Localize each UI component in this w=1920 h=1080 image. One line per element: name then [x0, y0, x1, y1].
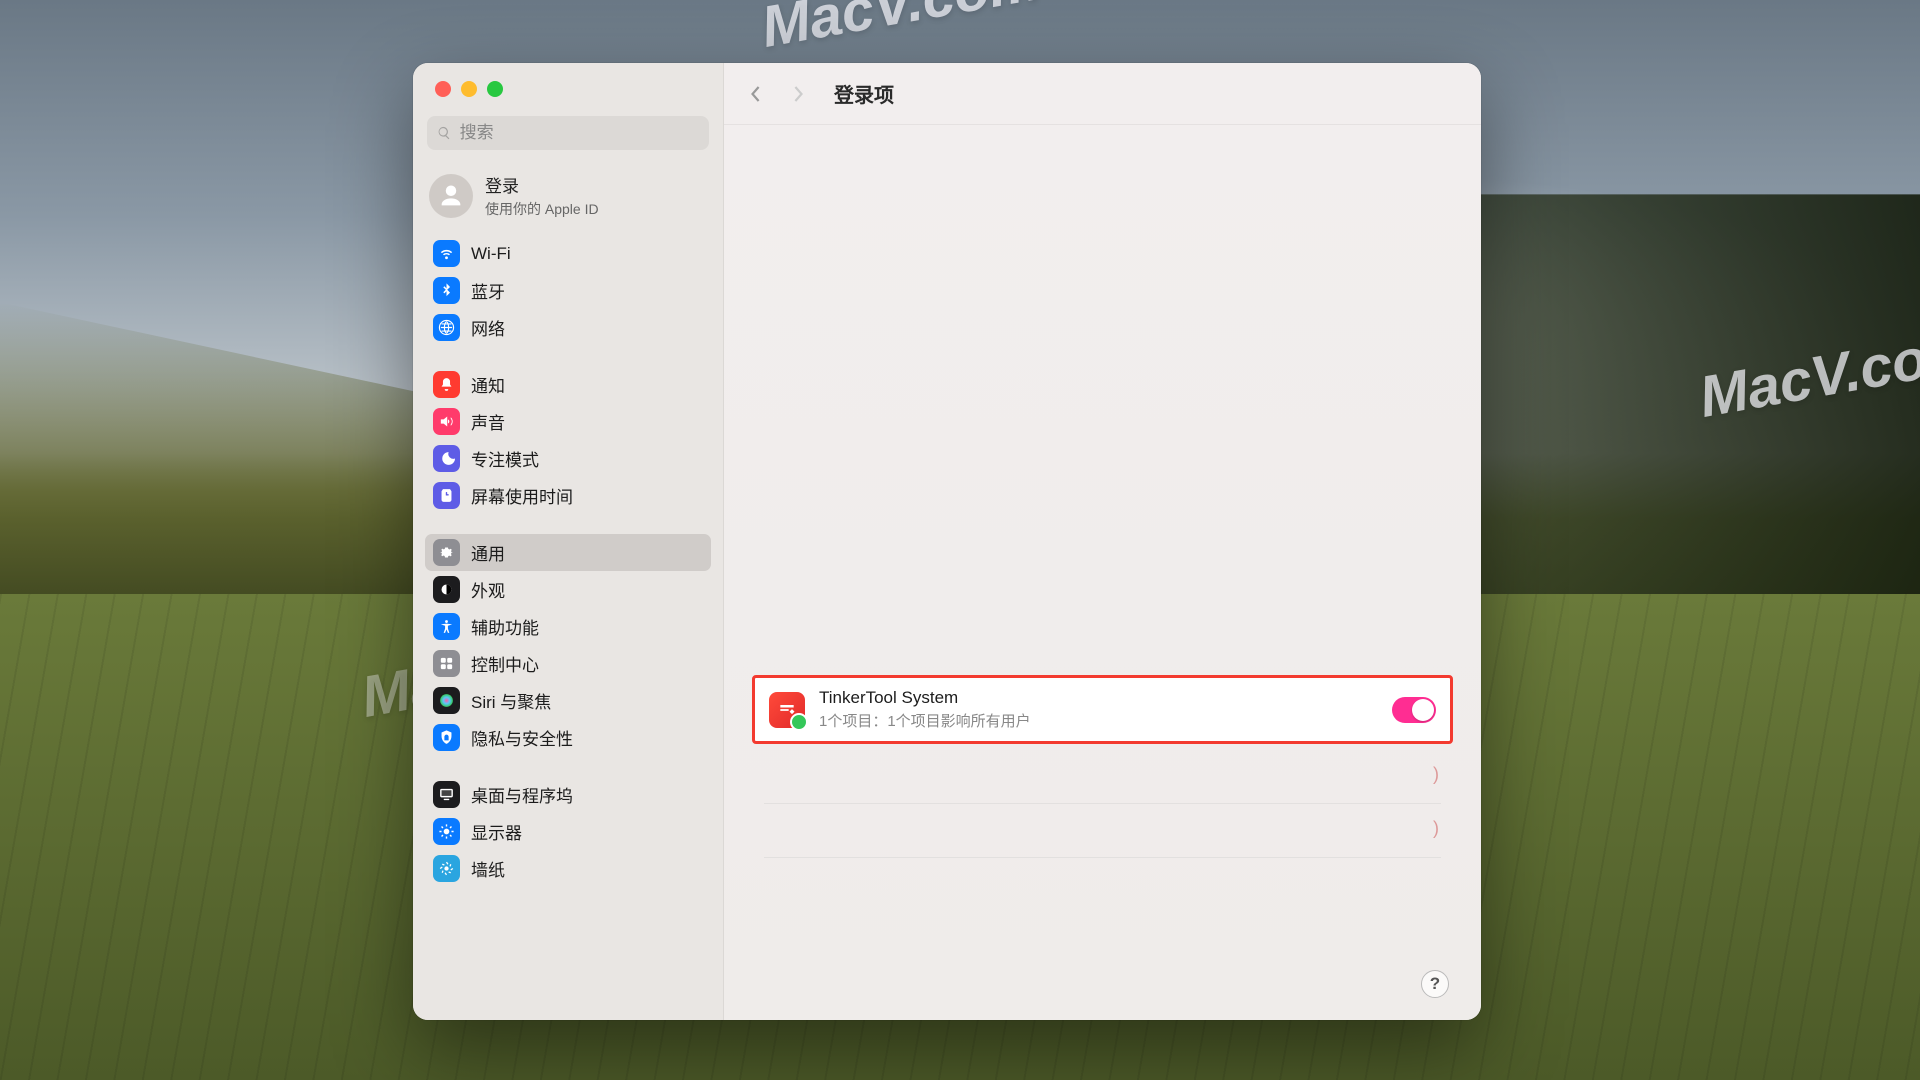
apple-id-name: 登录: [485, 172, 599, 197]
search-icon: [437, 125, 452, 141]
sidebar-item-label: 桌面与程序坞: [471, 782, 573, 807]
zoom-button[interactable]: [487, 81, 503, 97]
login-item-name: TinkerTool System: [819, 688, 1378, 708]
tinkertool-icon: [769, 692, 805, 728]
avatar: [429, 174, 473, 218]
wallpaper-icon: [433, 855, 460, 882]
sidebar-item-sound[interactable]: 声音: [425, 403, 711, 440]
ghost-list: [764, 750, 1441, 858]
sidebar-item-label: 声音: [471, 409, 505, 434]
screentime-icon: [433, 482, 460, 509]
notifications-icon: [433, 371, 460, 398]
sidebar-item-label: 屏幕使用时间: [471, 483, 573, 508]
focus-icon: [433, 445, 460, 472]
sidebar-item-label: 蓝牙: [471, 278, 505, 303]
sidebar-item-desktop[interactable]: 桌面与程序坞: [425, 776, 711, 813]
privacy-icon: [433, 724, 460, 751]
sidebar-item-label: 辅助功能: [471, 614, 539, 639]
wifi-icon: [433, 240, 460, 267]
close-button[interactable]: [435, 81, 451, 97]
sidebar-item-label: 通用: [471, 540, 505, 565]
sound-icon: [433, 408, 460, 435]
sidebar-item-label: 隐私与安全性: [471, 725, 573, 750]
sidebar-item-label: 外观: [471, 577, 505, 602]
sidebar-item-appearance[interactable]: 外观: [425, 571, 711, 608]
login-item-toggle[interactable]: [1392, 697, 1436, 723]
help-button[interactable]: ?: [1421, 970, 1449, 998]
desktop-icon: [433, 781, 460, 808]
sidebar-item-wifi[interactable]: Wi-Fi: [425, 235, 711, 272]
sidebar-item-label: Siri 与聚焦: [471, 688, 551, 713]
general-icon: [433, 539, 460, 566]
appearance-icon: [433, 576, 460, 603]
sidebar-item-bluetooth[interactable]: 蓝牙: [425, 272, 711, 309]
back-button[interactable]: [744, 82, 768, 106]
sidebar: 登录 使用你的 Apple ID Wi-Fi 蓝牙网络通知声音专注模式屏幕使用时间…: [413, 63, 724, 1020]
list-item: [764, 804, 1441, 858]
apple-id-text: 登录 使用你的 Apple ID: [485, 172, 599, 219]
sidebar-item-label: 专注模式: [471, 446, 539, 471]
sidebar-item-notifications[interactable]: 通知: [425, 366, 711, 403]
sidebar-item-network[interactable]: 网络: [425, 309, 711, 346]
login-item-info: TinkerTool System 1个项目：1个项目影响所有用户: [819, 688, 1378, 731]
search-field[interactable]: [427, 116, 709, 150]
content: TinkerTool System 1个项目：1个项目影响所有用户 ?: [724, 125, 1481, 1020]
list-item: [764, 750, 1441, 804]
sidebar-item-focus[interactable]: 专注模式: [425, 440, 711, 477]
displays-icon: [433, 818, 460, 845]
system-settings-window: 登录 使用你的 Apple ID Wi-Fi 蓝牙网络通知声音专注模式屏幕使用时间…: [413, 63, 1481, 1020]
apple-id-row[interactable]: 登录 使用你的 Apple ID: [413, 164, 723, 235]
sidebar-item-label: 控制中心: [471, 651, 539, 676]
sidebar-item-label: Wi-Fi: [471, 244, 511, 264]
apple-id-sub: 使用你的 Apple ID: [485, 199, 599, 219]
sidebar-item-wallpaper[interactable]: 墙纸: [425, 850, 711, 887]
sidebar-item-privacy[interactable]: 隐私与安全性: [425, 719, 711, 756]
login-item-sub: 1个项目：1个项目影响所有用户: [819, 710, 1378, 731]
forward-button[interactable]: [786, 82, 810, 106]
sidebar-item-displays[interactable]: 显示器: [425, 813, 711, 850]
search-wrap: [413, 110, 723, 164]
page-title: 登录项: [834, 79, 894, 108]
bluetooth-icon: [433, 277, 460, 304]
titlebar: 登录项: [724, 63, 1481, 125]
minimize-button[interactable]: [461, 81, 477, 97]
sidebar-list: Wi-Fi 蓝牙网络通知声音专注模式屏幕使用时间通用外观辅助功能控制中心 Siri …: [413, 235, 723, 1010]
sidebar-item-controlcenter[interactable]: 控制中心: [425, 645, 711, 682]
search-input[interactable]: [460, 123, 699, 143]
sidebar-item-siri[interactable]: Siri 与聚焦: [425, 682, 711, 719]
login-item-row[interactable]: TinkerTool System 1个项目：1个项目影响所有用户: [752, 675, 1453, 744]
accessibility-icon: [433, 613, 460, 640]
sidebar-item-accessibility[interactable]: 辅助功能: [425, 608, 711, 645]
sidebar-item-general[interactable]: 通用: [425, 534, 711, 571]
sidebar-item-screentime[interactable]: 屏幕使用时间: [425, 477, 711, 514]
main-pane: 登录项 TinkerTool System 1个项目：1个项目影响所有用户 ?: [724, 63, 1481, 1020]
sidebar-item-label: 显示器: [471, 819, 522, 844]
sidebar-item-label: 通知: [471, 372, 505, 397]
window-controls: [413, 63, 723, 110]
sidebar-item-label: 网络: [471, 315, 505, 340]
sidebar-item-label: 墙纸: [471, 856, 505, 881]
controlcenter-icon: [433, 650, 460, 677]
siri-icon: [433, 687, 460, 714]
network-icon: [433, 314, 460, 341]
